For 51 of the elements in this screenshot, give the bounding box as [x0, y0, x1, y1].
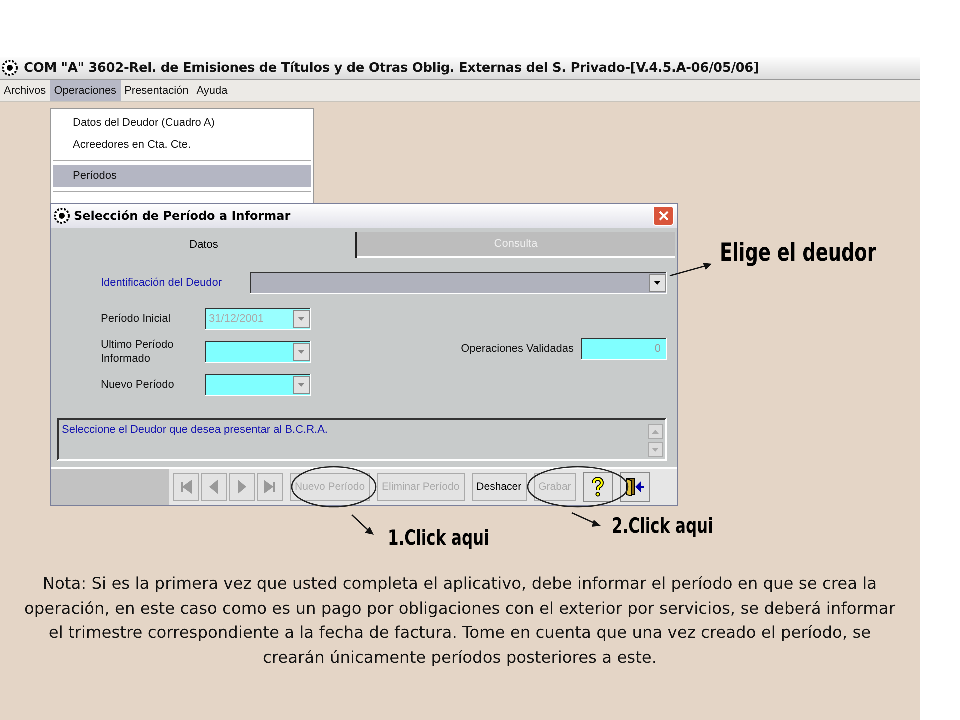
field-label: Ultimo Período Informado	[101, 338, 175, 366]
debtor-dropdown[interactable]	[250, 272, 667, 294]
annotation-label: 1.Click aqui	[388, 526, 490, 550]
field-label: Nuevo Período	[101, 378, 176, 392]
status-message: Seleccione el Deudor que desea presentar al B.C.R.A.	[62, 424, 328, 438]
navigation-button[interactable]	[257, 473, 283, 501]
close-icon	[658, 211, 668, 221]
dropdown-button[interactable]	[649, 274, 666, 292]
pointer-arrow	[352, 514, 374, 535]
caret-icon	[298, 350, 305, 354]
period-dropdown[interactable]	[205, 374, 311, 396]
caret-icon	[298, 317, 305, 321]
exit-button[interactable]	[620, 472, 650, 502]
navigation-button[interactable]	[201, 473, 227, 501]
down-arrow-icon	[652, 448, 659, 452]
period-dropdown[interactable]	[205, 341, 311, 363]
scroll-up-button[interactable]	[648, 424, 663, 439]
pointer-arrow	[670, 263, 712, 277]
field-label: Operaciones Validadas	[461, 342, 574, 356]
caret-icon	[298, 383, 305, 387]
navigation-button[interactable]	[173, 473, 199, 501]
menu-item[interactable]: Ayuda	[192, 80, 232, 101]
annotation-label: Elige el deudor	[720, 238, 876, 267]
door-icon	[625, 478, 646, 496]
gear-icon	[54, 208, 70, 224]
up-arrow-icon	[652, 430, 659, 434]
field-value: 31/12/2001	[208, 313, 264, 325]
right-arrow-icon	[262, 479, 278, 495]
close-button[interactable]	[653, 206, 674, 226]
dialog-title: Selección de Período a Informar	[74, 209, 292, 223]
toolbar-button[interactable]: Deshacer	[472, 473, 527, 501]
menu-option[interactable]: Acreedores en Cta. Cte.	[53, 134, 311, 156]
caret-icon	[654, 281, 661, 285]
question-mark-icon	[591, 477, 606, 497]
annotation-label: 2.Click aqui	[612, 514, 714, 538]
help-button[interactable]	[583, 472, 614, 502]
menu-item[interactable]: Presentación	[120, 80, 193, 101]
menu-option[interactable]: Datos del Deudor (Cuadro A)	[53, 112, 311, 134]
field-value: 0	[654, 343, 661, 355]
gear-icon	[2, 60, 18, 76]
field-label: Período Inicial	[101, 312, 172, 326]
left-arrow-icon	[178, 479, 194, 495]
menu-item[interactable]: Operaciones	[50, 80, 121, 101]
menu-item[interactable]: Archivos	[0, 80, 50, 101]
scroll-down-button[interactable]	[648, 442, 663, 457]
navigation-button[interactable]	[229, 473, 255, 501]
window-title: COM "A" 3602-Rel. de Emisiones de Títulos y de Otras Oblig. Externas del S. Privado-[V.4.5.A-06/05/06]	[24, 60, 760, 76]
pointer-arrow	[572, 512, 601, 527]
note-paragraph: Nota: Si es la primera vez que usted completa el aplicativo, debe informar el período en que se crea la operación, en este caso como es un pago por obligaciones con el exterior por servicios, se deberá informar el trimestre correspondiente a la fecha de factura. Tome en cuenta que una vez creado el período, se crearán únicamente períodos posteriores a este.	[23, 573, 897, 668]
field-label: Identificación del Deudor	[101, 276, 224, 290]
menu-option[interactable]: Períodos	[53, 165, 311, 187]
